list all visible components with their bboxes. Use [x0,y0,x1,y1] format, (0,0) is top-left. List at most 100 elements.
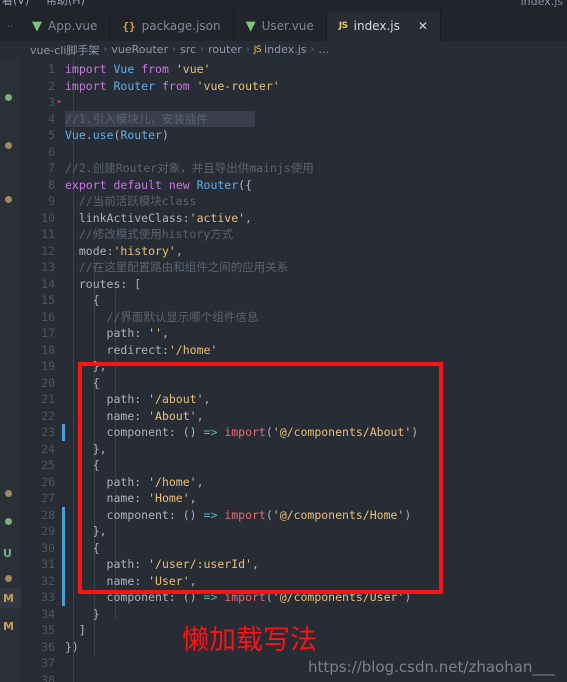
breadcrumb-label: ... [318,43,330,56]
code-token: import [224,590,266,604]
gutter-marker-letter[interactable]: M [3,621,14,632]
code-line[interactable]: 19 }, [21,358,567,375]
code-line[interactable]: 18 redirect:'/home' [21,342,567,359]
code-line[interactable]: 11 //修改模式使用history方式 [21,226,567,243]
code-line[interactable]: 26 path: '/home', [21,474,567,491]
code-token: , [189,491,197,505]
breadcrumb-item[interactable]: ... [319,43,330,56]
code-line[interactable]: 32 name: 'User', [21,572,567,589]
code-line[interactable]: 12 mode:'history', [21,243,567,260]
code-token: path [106,392,135,406]
code-line[interactable]: 14 routes: [ [21,276,567,293]
code-line[interactable]: 5 Vue.use(Router) [21,127,567,144]
js-file-icon: JS [253,44,262,55]
code-line[interactable]: 23 component: () => import('@/components… [21,424,567,441]
code-token: from [161,78,190,93]
code-line[interactable]: 6 [21,144,567,161]
close-icon[interactable]: ✕ [418,20,428,32]
code-line[interactable]: 24 }, [21,441,567,458]
tab-app-vue[interactable]: ▼ App.vue [20,11,111,41]
code-line-text: }, [65,523,107,540]
line-number: 30 [41,540,55,555]
code-line[interactable]: 29 }, [21,523,567,540]
code-line[interactable]: 22 name: 'About', [21,408,567,425]
code-token: : [134,326,149,340]
code-line[interactable]: 17 path: '', [21,325,567,342]
gutter-marker-dot[interactable] [5,490,12,497]
code-token: [ [134,276,142,291]
code-line[interactable]: 27 name: 'Home', [21,490,567,507]
code-token: , [196,474,204,489]
code-token: } [92,606,100,621]
code-line[interactable]: 20 { [21,375,567,392]
code-token: //在这里配置路由和组件之间的应用关系 [78,260,289,274]
gutter-marker-letter[interactable]: U [3,548,12,559]
breadcrumb-item[interactable]: src [180,43,196,56]
code-token: ) [411,425,419,439]
tab-package-json[interactable]: {} package.json [110,11,234,41]
code-line[interactable]: 9 //当前活跃模块class [21,193,567,210]
code-line[interactable]: 4 //1.引入模块儿，安装插件 [21,110,567,127]
breadcrumb-item[interactable]: router [208,43,242,56]
js-file-icon: JS [338,20,348,31]
code-line[interactable]: 33 component: () => import('@/components… [21,589,567,606]
code-line[interactable]: 8 export default new Router({ [21,177,567,194]
code-line[interactable]: 31 path: '/user/:userId', [21,556,567,573]
code-line[interactable]: 3 ▸ [21,94,567,111]
code-line-text: routes: [ [65,276,141,293]
code-token: name [106,491,135,505]
code-line[interactable]: 2 import Router from 'vue-router' [21,78,567,95]
code-token: component [106,590,169,604]
gutter-marker-letter[interactable]: M [3,593,14,604]
code-line[interactable]: 21 path: '/about', [21,391,567,408]
gutter-marker-dot[interactable] [5,142,12,149]
overview-marker-strip[interactable]: U M M [0,58,21,682]
code-line[interactable]: 25 { [21,457,567,474]
breadcrumb: vue-cli脚手架 › vueRouter › src › router › JS index.… [0,41,567,58]
breadcrumb-item[interactable]: JS index.js [254,43,307,56]
code-token: linkActiveClass [78,210,183,225]
tab-overflow-icon[interactable]: ·· [0,11,20,41]
code-line-text: { [65,540,100,557]
code-line[interactable]: 7 //2.创建Router对象，并且导出供mainjs使用 [21,160,567,177]
code-line[interactable]: 10 linkActiveClass:'active', [21,210,567,227]
line-number: 11 [41,227,55,241]
code-line-text: Vue.use(Router) [65,127,169,144]
line-number: 4 [48,111,55,126]
watermark-url: https://blog.csdn.net/zhaohan___ [308,658,555,676]
code-line[interactable]: 28 component: () => import('@/components… [21,506,567,523]
breadcrumb-item[interactable]: vueRouter [111,43,168,56]
menu-item-help[interactable]: 帮助(H) [46,0,85,6]
code-line-text: //2.创建Router对象，并且导出供mainjs使用 [65,160,314,177]
code-line-text: } [65,606,100,623]
gutter-marker-dot[interactable] [5,575,12,582]
code-line[interactable]: 30 { [21,539,567,557]
breadcrumb-item[interactable]: vue-cli脚手架 [30,42,99,58]
menu-item-view[interactable]: 看(V) [2,0,29,6]
tab-index-js[interactable]: JS index.js ✕ [326,11,441,41]
vue-file-icon: ▼ [32,18,42,34]
line-number: 14 [41,276,55,291]
code-token: 'Home' [148,491,190,505]
breadcrumb-label: src [180,43,197,56]
breadcrumb-label: vue-cli脚手架 [30,43,100,57]
code-line[interactable]: 15 { [21,292,567,309]
line-number: 7 [48,161,55,175]
line-number: 12 [41,243,55,258]
code-content[interactable]: 1 import Vue from 'vue' 2 import Router fro… [21,61,567,682]
code-line[interactable]: 16 //界面默认显示哪个组件信息 [21,309,567,326]
tab-user-vue[interactable]: ▼ User.vue [233,11,327,41]
code-line[interactable]: 13 //在这里配置路由和组件之间的应用关系 [21,259,567,276]
gutter-marker-dot[interactable] [5,94,12,101]
line-number: 17 [41,326,55,340]
fold-marker-icon[interactable]: ▸ [57,94,63,111]
gutter-marker-dot[interactable] [5,518,12,525]
code-line[interactable]: 34 } [21,606,567,623]
code-token: import [65,62,107,76]
gutter-marker-dot[interactable] [5,196,12,203]
code-token: , [203,392,211,406]
code-line[interactable]: 1 import Vue from 'vue' [21,61,567,78]
code-editor[interactable]: 1 import Vue from 'vue' 2 import Router fro… [21,58,567,682]
